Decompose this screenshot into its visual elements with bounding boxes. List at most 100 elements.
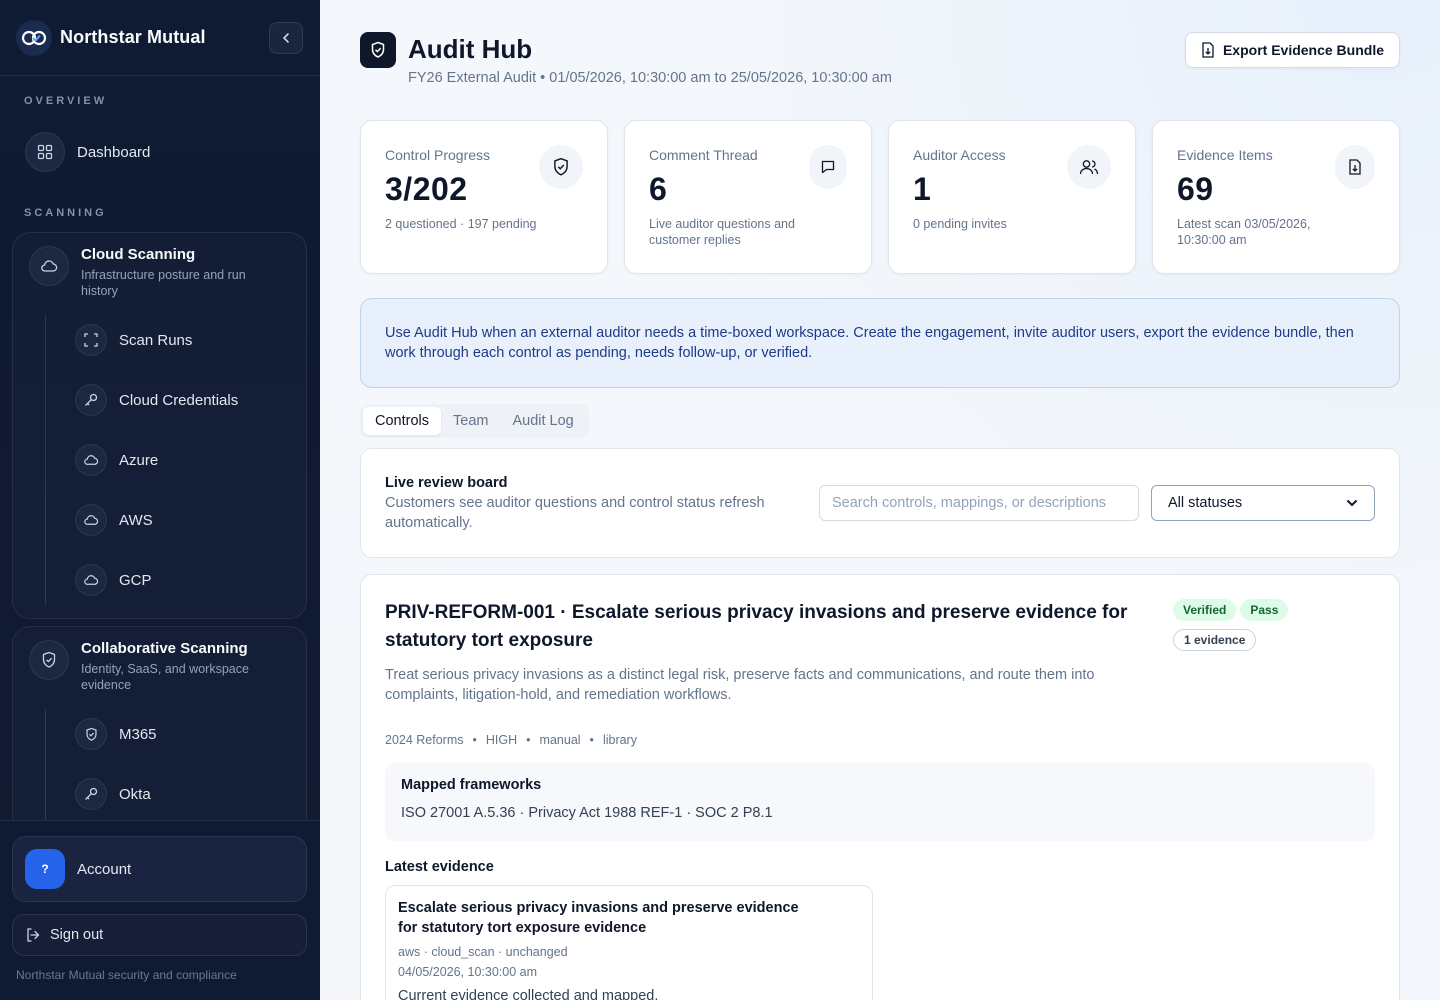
- page-title: Audit Hub: [408, 34, 533, 64]
- control-card[interactable]: PRIV-REFORM-001 · Escalate serious priva…: [360, 574, 1400, 1000]
- shield-check-icon: [75, 718, 107, 750]
- sidebar-footer-note: Northstar Mutual security and compliance: [16, 968, 237, 982]
- tab-audit-log[interactable]: Audit Log: [500, 407, 585, 435]
- sidebar-item-cloud-credentials[interactable]: Cloud Credentials: [75, 384, 238, 416]
- brand-name: Northstar Mutual: [60, 27, 206, 47]
- shield-check-icon: [29, 640, 69, 680]
- board-subtitle: Customers see auditor questions and cont…: [385, 495, 765, 531]
- mapped-frameworks: Mapped frameworks ISO 27001 A.5.36 · Pri…: [385, 763, 1375, 841]
- meta-mode: manual: [539, 733, 581, 747]
- evidence-count-badge: 1 evidence: [1173, 629, 1257, 651]
- sidebar-item-label: Cloud Credentials: [119, 391, 239, 409]
- tab-controls[interactable]: Controls: [363, 407, 441, 435]
- collapse-sidebar-button[interactable]: [269, 22, 303, 54]
- evidence-timestamp: 04/05/2026, 10:30:00 am: [398, 965, 538, 979]
- key-icon: [75, 778, 107, 810]
- stat-note: 0 pending invites: [913, 217, 1007, 231]
- cloud-scanning-group: Cloud Scanning Infrastructure posture an…: [12, 232, 307, 619]
- sign-out-label: Sign out: [50, 927, 104, 943]
- sidebar-item-azure[interactable]: Azure: [75, 444, 158, 476]
- group-title: Collaborative Scanning: [81, 640, 248, 657]
- sidebar-item-gcp[interactable]: GCP: [75, 564, 152, 596]
- message-icon: [809, 145, 847, 189]
- avatar: ?: [25, 849, 65, 889]
- cloud-scanning-header[interactable]: Cloud Scanning Infrastructure posture an…: [29, 246, 271, 299]
- file-download-icon: [1335, 145, 1375, 189]
- account-button[interactable]: ? Account: [12, 836, 307, 902]
- export-label: Export Evidence Bundle: [1222, 42, 1385, 58]
- export-evidence-bundle-button[interactable]: Export Evidence Bundle: [1185, 32, 1400, 68]
- sidebar-item-aws[interactable]: AWS: [75, 504, 153, 536]
- latest-evidence-title: Latest evidence: [385, 859, 494, 875]
- stat-note: 2 questioned · 197 pending: [385, 217, 537, 231]
- sign-out-button[interactable]: Sign out: [12, 914, 307, 956]
- frameworks-title: Mapped frameworks: [401, 777, 542, 793]
- account-label: Account: [77, 860, 132, 878]
- stat-note: Latest scan 03/05/2026, 10:30:00 am: [1177, 217, 1311, 247]
- control-description: Treat serious privacy invasions as a dis…: [385, 667, 1095, 703]
- sidebar-item-label: GCP: [119, 571, 152, 589]
- status-select[interactable]: All statuses: [1151, 485, 1375, 521]
- live-review-board: Live review board Customers see auditor …: [360, 448, 1400, 558]
- sidebar-item-label: Dashboard: [77, 143, 151, 161]
- users-icon: [1067, 145, 1111, 189]
- meta-category: 2024 Reforms: [385, 733, 464, 747]
- stat-card-control-progress: Control Progress 3/202 2 questioned · 19…: [360, 120, 608, 274]
- overview-section-label: OVERVIEW: [24, 95, 108, 107]
- sidebar-item-label: Scan Runs: [119, 331, 193, 349]
- brand-logo-icon: [16, 19, 52, 56]
- grid-icon: [25, 132, 65, 172]
- cloud-icon: [75, 504, 107, 536]
- sidebar-item-m365[interactable]: M365: [75, 718, 157, 750]
- frameworks-list: ISO 27001 A.5.36 · Privacy Act 1988 REF-…: [401, 805, 773, 821]
- cloud-icon: [75, 444, 107, 476]
- meta-separator: •: [526, 733, 531, 747]
- chevron-down-icon: [1346, 499, 1358, 507]
- stat-card-evidence-items: Evidence Items 69 Latest scan 03/05/2026…: [1152, 120, 1400, 274]
- stat-note: Live auditor questions and customer repl…: [649, 217, 795, 247]
- sidebar: Northstar Mutual OVERVIEW Dashboard SCAN…: [0, 0, 320, 1000]
- sidebar-item-dashboard[interactable]: Dashboard: [25, 132, 150, 172]
- group-subtitle: Identity, SaaS, and workspace evidence: [81, 662, 249, 692]
- evidence-source: aws · cloud_scan · unchanged: [398, 945, 568, 959]
- evidence-title: Escalate serious privacy invasions and p…: [398, 900, 799, 936]
- shield-check-icon: [539, 145, 583, 189]
- group-title: Cloud Scanning: [81, 246, 196, 263]
- tab-team[interactable]: Team: [441, 407, 500, 435]
- stat-card-auditor-access: Auditor Access 1 0 pending invites: [888, 120, 1136, 274]
- key-icon: [75, 384, 107, 416]
- meta-source: library: [602, 733, 637, 747]
- info-banner: Use Audit Hub when an external auditor n…: [360, 298, 1400, 388]
- shield-check-icon: [360, 32, 396, 68]
- page-subtitle: FY26 External Audit • 01/05/2026, 10:30:…: [408, 70, 892, 86]
- chevron-left-icon: [282, 33, 289, 43]
- status-badge: Verified: [1173, 599, 1237, 621]
- scanning-section-label: SCANNING: [24, 207, 107, 219]
- sidebar-item-okta[interactable]: Okta: [75, 778, 151, 810]
- sign-out-icon: [27, 928, 40, 942]
- main-content: Audit Hub FY26 External Audit • 01/05/20…: [320, 0, 1440, 1000]
- meta-separator: •: [472, 733, 477, 747]
- result-badge: Pass: [1240, 599, 1289, 621]
- sidebar-item-scan-runs[interactable]: Scan Runs: [75, 324, 192, 356]
- search-input[interactable]: [819, 485, 1139, 521]
- group-subtitle: Infrastructure posture and run history: [81, 268, 246, 298]
- cloud-icon: [75, 564, 107, 596]
- control-meta: 2024 Reforms • HIGH • manual • library: [385, 733, 1375, 747]
- collaborative-scanning-header[interactable]: Collaborative Scanning Identity, SaaS, a…: [29, 640, 271, 693]
- sidebar-item-label: Okta: [119, 785, 151, 803]
- status-select-value: All statuses: [1168, 495, 1243, 511]
- sidebar-item-label: AWS: [119, 511, 153, 529]
- cloud-icon: [29, 246, 69, 286]
- evidence-card[interactable]: Escalate serious privacy invasions and p…: [385, 885, 873, 1000]
- control-badges: Verified Pass 1 evidence: [1173, 599, 1373, 659]
- control-title: PRIV-REFORM-001 · Escalate serious priva…: [385, 602, 1128, 651]
- meta-separator: •: [589, 733, 594, 747]
- stat-card-comment-thread: Comment Thread 6 Live auditor questions …: [624, 120, 872, 274]
- sidebar-item-label: M365: [119, 725, 157, 743]
- file-download-icon: [1202, 42, 1214, 58]
- evidence-note: Current evidence collected and mapped.: [398, 988, 659, 1000]
- tab-bar: Controls Team Audit Log: [360, 404, 589, 438]
- sidebar-item-label: Azure: [119, 451, 159, 469]
- group-divider: [45, 315, 46, 605]
